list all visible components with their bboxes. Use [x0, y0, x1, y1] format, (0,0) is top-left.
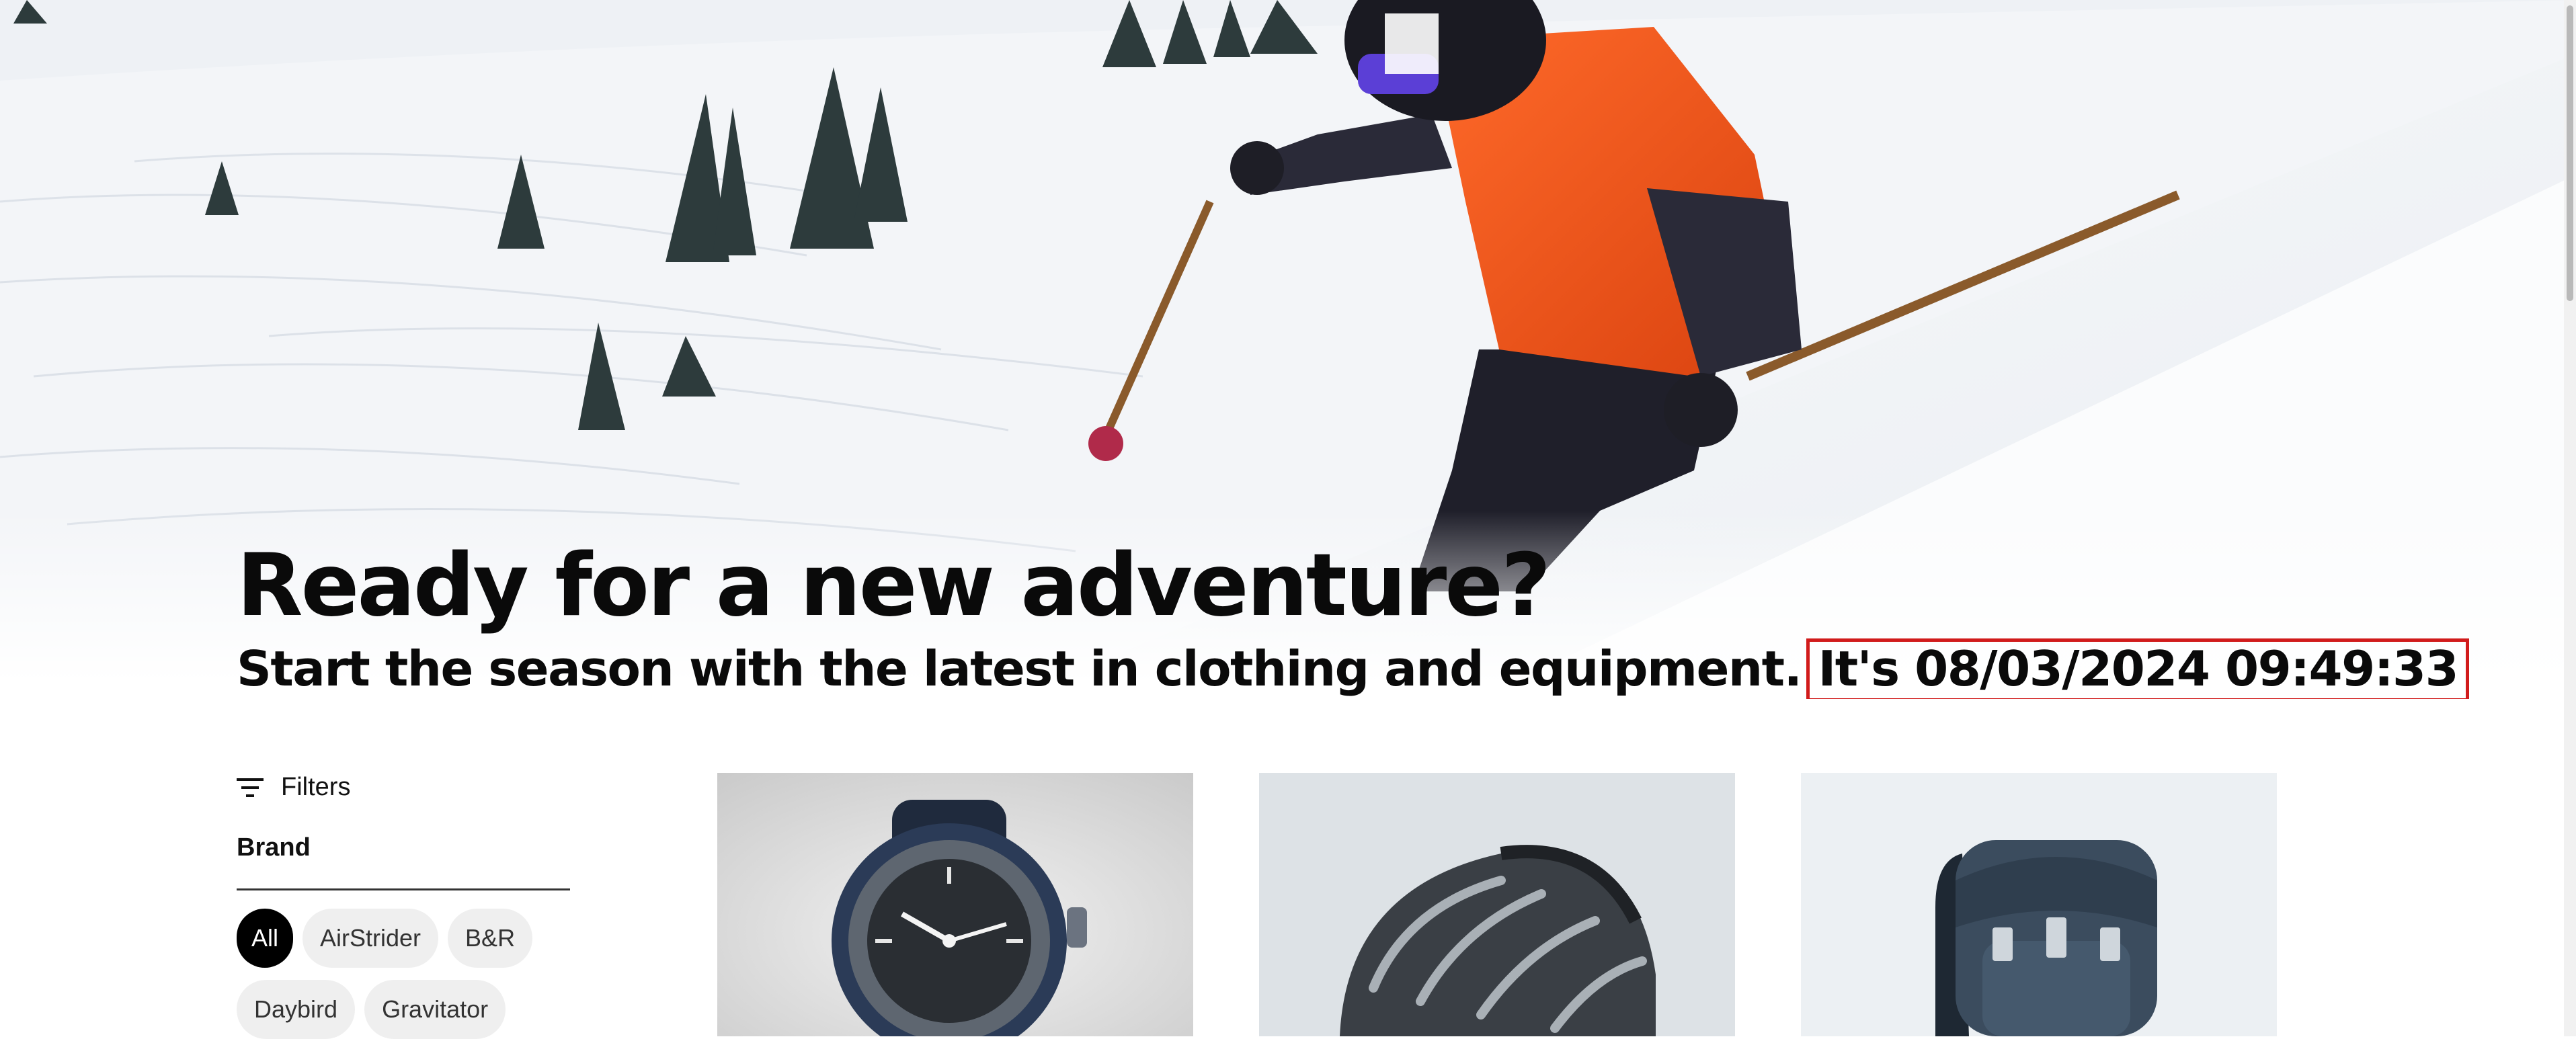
hero-title: Ready for a new adventure? — [237, 536, 1551, 636]
scrollbar-thumb[interactable] — [2567, 5, 2573, 301]
filter-lines-icon — [237, 778, 264, 797]
product-card-smartwatch[interactable] — [717, 773, 1193, 1036]
smartwatch-image — [717, 773, 1193, 1036]
brand-chip-gravitator[interactable]: Gravitator — [364, 980, 506, 1039]
brand-divider — [237, 888, 570, 890]
page-scrollbar[interactable] — [2564, 0, 2576, 1036]
hero-banner: Ready for a new adventure? Start the sea… — [0, 0, 2576, 699]
brand-filter-heading[interactable]: Brand — [237, 833, 311, 862]
brand-chip-airstrider[interactable]: AirStrider — [303, 909, 439, 968]
hero-subtitle: Start the season with the latest in clot… — [237, 638, 2470, 699]
brand-chip-b-and-r[interactable]: B&R — [448, 909, 533, 968]
bike-helmet-image — [1259, 773, 1735, 1036]
current-datetime: It's 08/03/2024 09:49:33 — [1806, 638, 2470, 699]
backpack-image — [1801, 773, 2277, 1036]
brand-chip-group: All AirStrider B&R Daybird Gravitator — [237, 909, 586, 1039]
product-card-backpack[interactable] — [1801, 773, 2277, 1036]
filters-label: Filters — [281, 773, 351, 801]
product-card-bike-helmet[interactable] — [1259, 773, 1735, 1036]
brand-chip-daybird[interactable]: Daybird — [237, 980, 356, 1039]
hero-subtitle-text: Start the season with the latest in clot… — [237, 640, 1802, 697]
brand-chip-all[interactable]: All — [237, 909, 294, 968]
filters-toggle-button[interactable]: Filters — [237, 773, 350, 802]
